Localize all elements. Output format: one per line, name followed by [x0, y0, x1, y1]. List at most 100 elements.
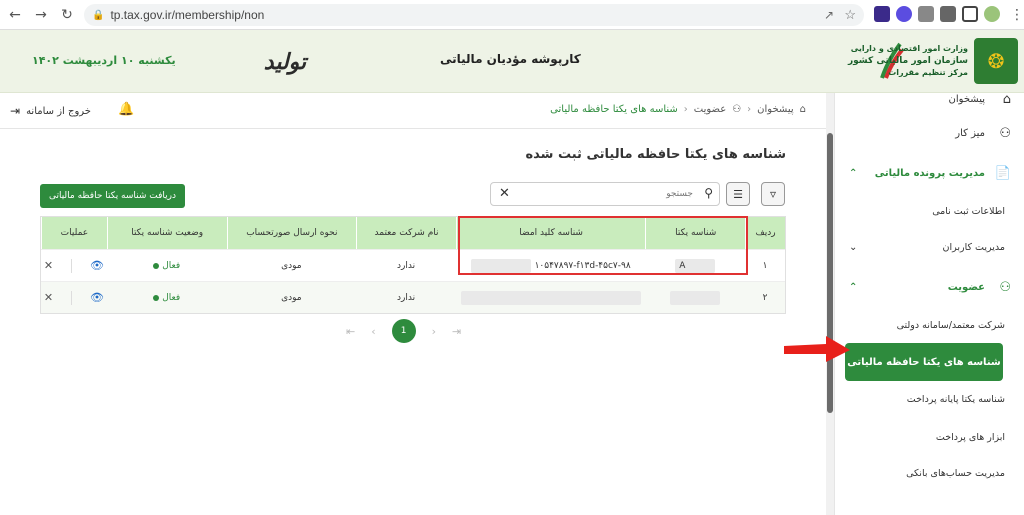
column-header[interactable]: وضعیت شناسه یکتا	[106, 217, 227, 249]
status-dot-icon	[153, 294, 160, 301]
arrow-annotation-icon	[784, 336, 850, 362]
breadcrumb-item[interactable]: پیشخوان	[757, 104, 793, 115]
url-text: tp.tax.gov.ir/membership/non	[110, 8, 265, 22]
chevron-up-icon: ⌃	[849, 281, 858, 293]
forward-icon[interactable]: →	[30, 4, 52, 26]
view-icon[interactable]: 👁	[90, 291, 104, 304]
sidebar-item-dashboard[interactable]: ⌂ پیشخوان	[835, 85, 1024, 113]
top-toolbar: ⇥ خروج از سامانه 🔔 ⌂ پیشخوان ‹ ⚇ عضویت ‹…	[0, 93, 826, 129]
sidebar-item-terminal-ids[interactable]: شناسه یکتا پایانه پرداخت	[835, 385, 1024, 413]
breadcrumb-item: شناسه های یکتا حافظه مالیاتی	[550, 104, 678, 115]
clear-icon[interactable]: ✕	[499, 186, 510, 201]
table-row: ۲ ندارد مودی فعال 👁 ✕	[41, 281, 785, 313]
camera-icon[interactable]	[918, 6, 934, 22]
signature-key-cell: ۱۰۵۴۷۸۹۷-f۱۳d-۴۵c۷-۹۸	[456, 250, 645, 281]
back-icon[interactable]: ←	[4, 4, 26, 26]
sidebar-item-payment-tools[interactable]: ابزار های پرداخت	[835, 423, 1024, 451]
row-index: ۲	[762, 292, 768, 303]
status-cell: فعال	[107, 282, 227, 313]
header-date: یکشنبه ۱۰ اردیبهشت ۱۴۰۲	[32, 54, 176, 67]
org-logo-icon: ❂	[974, 38, 1018, 84]
sidebar-item-users[interactable]: ⌄ مدیریت کاربران	[835, 233, 1024, 261]
main-content: شناسه های یکتا حافظه مالیاتی ثبت شده دری…	[0, 129, 826, 515]
status-badge: فعال	[153, 293, 180, 303]
sidebar: ⌂ پیشخوان ⚇ میز کار ⌃ 📄 مدیریت پرونده ما…	[834, 92, 1024, 515]
status-dot-icon	[153, 262, 160, 269]
extension-icon[interactable]	[896, 6, 912, 22]
table-row: ۱ A ۱۰۵۴۷۸۹۷-f۱۳d-۴۵c۷-۹۸ ندارد مودی فعا…	[41, 249, 785, 281]
sidebar-item-membership[interactable]: ⌃ ⚇ عضویت	[835, 273, 1024, 301]
sidebar-item-bank-accounts[interactable]: مدیریت حساب‌های بانکی	[835, 459, 1024, 487]
home-icon: ⌂	[1002, 91, 1011, 107]
logout-icon: ⇥	[10, 104, 21, 118]
share-icon[interactable]: ↗	[824, 8, 834, 22]
view-icon[interactable]: 👁	[90, 259, 104, 272]
file-icon: 📄	[994, 165, 1011, 181]
site-header: یکشنبه ۱۰ اردیبهشت ۱۴۰۲ تولید کارپوشه مؤ…	[0, 30, 1024, 93]
filter-icon[interactable]: ▿	[761, 182, 785, 206]
bell-icon[interactable]: 🔔	[118, 102, 134, 117]
column-header[interactable]: ردیف	[745, 217, 785, 249]
columns-icon[interactable]: ☰	[726, 182, 750, 206]
request-id-button[interactable]: دریافت شناسه یکتا حافظه مالیاتی	[40, 184, 185, 208]
sidebar-item-tax-file[interactable]: ⌃ 📄 مدیریت پرونده مالیاتی	[835, 159, 1024, 187]
lock-icon: 🔒	[92, 9, 105, 21]
sidebar-item-desk[interactable]: ⚇ میز کار	[835, 119, 1024, 147]
avatar[interactable]	[984, 6, 1000, 22]
logout-button[interactable]: ⇥ خروج از سامانه	[10, 104, 91, 118]
row-actions: 👁 ✕	[41, 250, 107, 281]
close-icon[interactable]: ✕	[44, 259, 53, 272]
column-header[interactable]: نحوه ارسال صورتحساب	[226, 217, 357, 249]
search-box: ⚲ ✕	[490, 182, 720, 206]
sidebar-item-trusted-company[interactable]: شرکت معتمد/سامانه دولتی	[835, 311, 1024, 339]
status-cell: فعال	[107, 250, 227, 281]
prev-page-icon[interactable]: ‹	[371, 325, 375, 338]
org-name: وزارت امور اقتصادی و دارایی سازمان امور …	[847, 44, 968, 77]
puzzle-icon[interactable]	[940, 6, 956, 22]
address-bar[interactable]: 🔒 tp.tax.gov.ir/membership/non ↗ ☆	[84, 4, 864, 26]
first-page-icon[interactable]: ⇤	[346, 325, 355, 338]
chevron-up-icon: ⌃	[849, 167, 858, 179]
scrollbar-thumb[interactable]	[827, 133, 833, 413]
breadcrumb-item[interactable]: عضویت	[694, 104, 726, 115]
last-page-icon[interactable]: ⇥	[452, 325, 461, 338]
home-icon[interactable]: ⌂	[800, 104, 806, 115]
send-method-cell: مودی	[281, 292, 302, 303]
chevron-down-icon: ⌄	[849, 241, 858, 253]
breadcrumb: ⌂ پیشخوان ‹ ⚇ عضویت ‹ شناسه های یکتا حاف…	[550, 104, 806, 115]
page-title: شناسه های یکتا حافظه مالیاتی ثبت شده	[525, 147, 787, 162]
window-icon[interactable]	[962, 6, 978, 22]
next-page-icon[interactable]: ›	[432, 325, 436, 338]
reload-icon[interactable]: ↻	[56, 4, 78, 26]
sidebar-item-tax-memory-ids[interactable]: شناسه های یکتا حافظه مالیاتی	[845, 343, 1003, 381]
user-icon: ⚇	[732, 104, 742, 115]
star-icon[interactable]: ☆	[844, 7, 856, 23]
chevron-icon: ‹	[747, 104, 752, 115]
sidebar-item-registration[interactable]: اطلاعات ثبت نامی	[835, 197, 1024, 225]
site-title: کارپوشه مؤدیان مالیاتی	[440, 52, 581, 66]
search-icon[interactable]: ⚲	[704, 186, 713, 200]
unique-id-cell: A	[645, 250, 745, 281]
unique-id-cell	[645, 282, 745, 313]
extension-icon[interactable]	[874, 6, 890, 22]
scrollbar[interactable]	[826, 93, 834, 515]
menu-icon[interactable]: ⋮	[1006, 4, 1024, 26]
users-icon: ⚇	[999, 125, 1011, 141]
company-cell: ندارد	[396, 260, 416, 271]
chevron-icon: ‹	[683, 104, 688, 115]
column-header[interactable]: شناسه کلید امضا	[455, 217, 645, 249]
data-table: ردیف شناسه یکتا شناسه کلید امضا نام شرکت…	[40, 216, 786, 314]
column-header[interactable]: نام شرکت معتمد	[356, 217, 456, 249]
slogan-logo: تولید	[263, 49, 307, 75]
status-badge: فعال	[153, 261, 180, 271]
page-current[interactable]: 1	[391, 319, 416, 343]
user-icon: ⚇	[999, 279, 1011, 295]
row-index: ۱	[762, 260, 768, 271]
column-header[interactable]: شناسه یکتا	[645, 217, 745, 249]
browser-bar: ← → ↻ 🔒 tp.tax.gov.ir/membership/non ↗ ☆…	[0, 0, 1024, 30]
company-cell: ندارد	[396, 292, 416, 303]
signature-key-cell	[456, 282, 645, 313]
close-icon[interactable]: ✕	[44, 291, 53, 304]
search-input[interactable]	[523, 186, 693, 202]
table-header: ردیف شناسه یکتا شناسه کلید امضا نام شرکت…	[41, 217, 785, 249]
